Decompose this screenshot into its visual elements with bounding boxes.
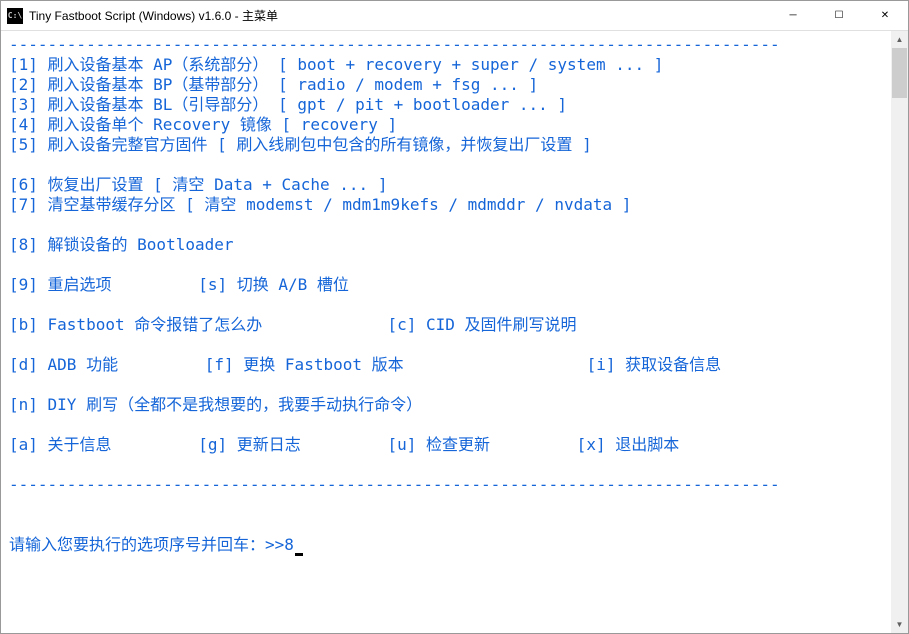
- app-icon: C:\: [7, 8, 23, 24]
- menu-option-4: [4] 刷入设备单个 Recovery 镜像 [ recovery ]: [9, 115, 397, 134]
- close-button[interactable]: ✕: [862, 1, 908, 31]
- scrollbar-thumb[interactable]: [892, 48, 907, 98]
- scrollbar-track[interactable]: ▲ ▼: [891, 31, 908, 633]
- cursor: [295, 553, 303, 556]
- menu-option-1: [1] 刷入设备基本 AP（系统部分） [ boot + recovery + …: [9, 55, 663, 74]
- menu-option-b-c: [b] Fastboot 命令报错了怎么办 [c] CID 及固件刷写说明: [9, 315, 577, 334]
- titlebar[interactable]: C:\ Tiny Fastboot Script (Windows) v1.6.…: [1, 1, 908, 31]
- menu-option-8: [8] 解锁设备的 Bootloader: [9, 235, 234, 254]
- separator-line: ----------------------------------------…: [9, 35, 780, 54]
- input-prompt: 请输入您要执行的选项序号并回车：>>: [9, 535, 284, 554]
- menu-option-d-f-i: [d] ADB 功能 [f] 更换 Fastboot 版本 [i] 获取设备信息: [9, 355, 721, 374]
- terminal-container: ----------------------------------------…: [1, 31, 908, 633]
- scrollbar-down-button[interactable]: ▼: [891, 616, 908, 633]
- app-window: C:\ Tiny Fastboot Script (Windows) v1.6.…: [0, 0, 909, 634]
- minimize-button[interactable]: ─: [770, 1, 816, 31]
- window-controls: ─ ☐ ✕: [770, 1, 908, 31]
- scrollbar-up-button[interactable]: ▲: [891, 31, 908, 48]
- menu-option-7: [7] 清空基带缓存分区 [ 清空 modemst / mdm1m9kefs /…: [9, 195, 631, 214]
- menu-option-2: [2] 刷入设备基本 BP（基带部分） [ radio / modem + fs…: [9, 75, 538, 94]
- menu-option-n: [n] DIY 刷写（全都不是我想要的，我要手动执行命令）: [9, 395, 422, 414]
- separator-line: ----------------------------------------…: [9, 475, 780, 494]
- menu-option-9-s: [9] 重启选项 [s] 切换 A/B 槽位: [9, 275, 349, 294]
- window-title: Tiny Fastboot Script (Windows) v1.6.0 - …: [29, 7, 770, 24]
- menu-option-5: [5] 刷入设备完整官方固件 [ 刷入线刷包中包含的所有镜像，并恢复出厂设置 ]: [9, 135, 592, 154]
- menu-option-6: [6] 恢复出厂设置 [ 清空 Data + Cache ... ]: [9, 175, 387, 194]
- menu-option-a-g-u-x: [a] 关于信息 [g] 更新日志 [u] 检查更新 [x] 退出脚本: [9, 435, 679, 454]
- user-input[interactable]: 8: [284, 535, 294, 554]
- maximize-button[interactable]: ☐: [816, 1, 862, 31]
- terminal-output[interactable]: ----------------------------------------…: [1, 31, 891, 633]
- menu-option-3: [3] 刷入设备基本 BL（引导部分） [ gpt / pit + bootlo…: [9, 95, 567, 114]
